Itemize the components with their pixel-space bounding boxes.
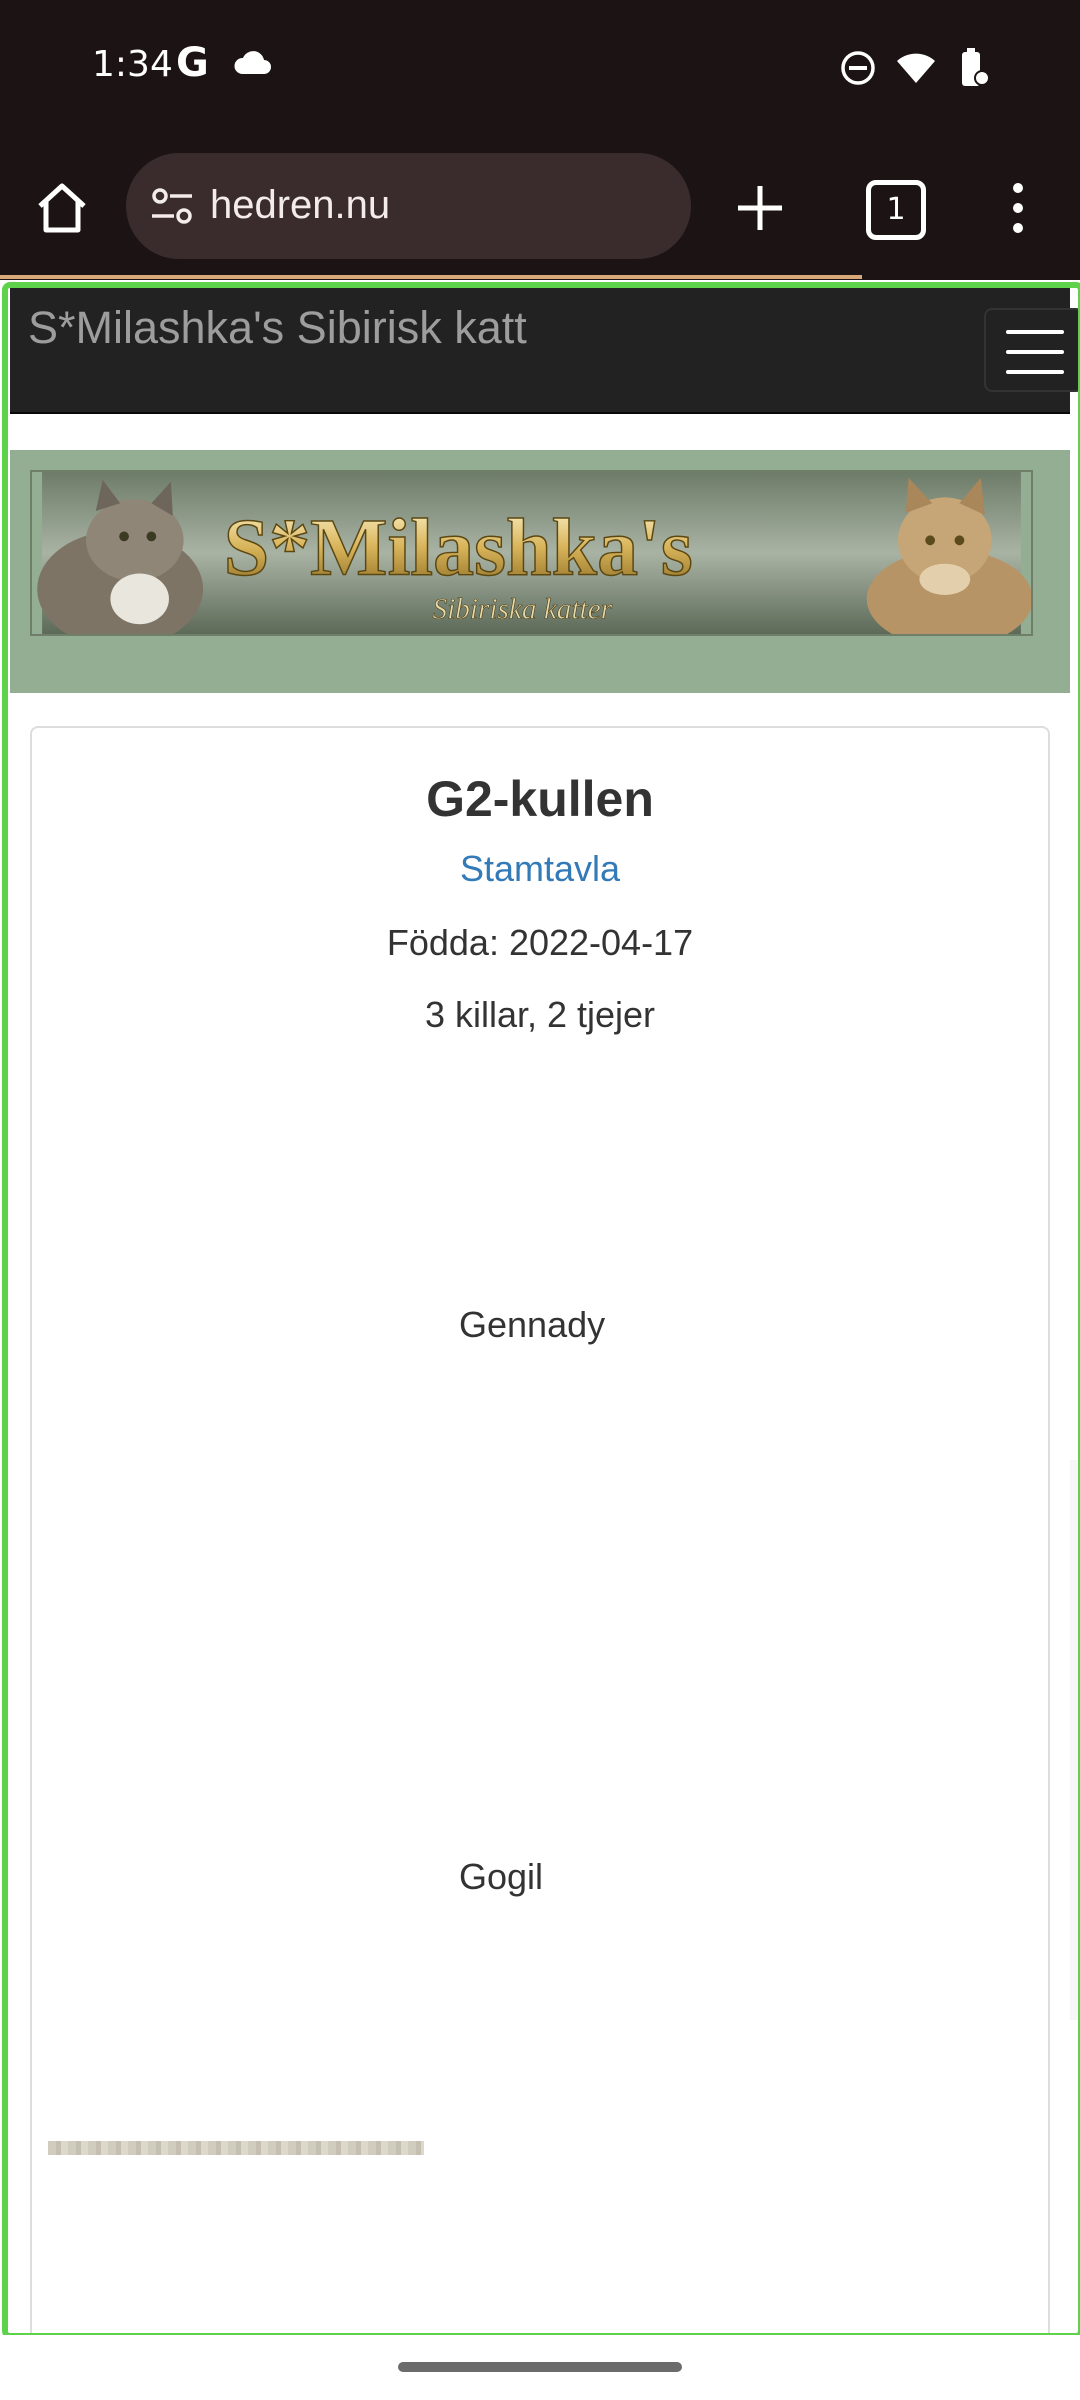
battery-icon [962,48,990,86]
pedigree-link[interactable]: Stamtavla [32,848,1048,890]
birth-date: Födda: 2022-04-17 [386,922,694,963]
litter-count: 3 killar, 2 tjejer [424,994,656,1035]
web-page: S*Milashka's Sibirisk katt S*Milashka's … [0,280,1080,2335]
kitten-name: Gennady [459,1304,606,1345]
litter-card: G2-kullen Stamtavla Födda: 2022-04-17 3 … [30,726,1050,2335]
address-bar[interactable]: hedren.nu [126,153,691,259]
banner-title: S*Milashka's [224,501,693,592]
wifi-icon [897,53,935,83]
status-time: 1:34 [92,44,173,85]
site-settings-icon[interactable] [150,187,194,225]
cloud-icon [234,51,271,74]
gesture-navigation-area [0,2335,1080,2400]
new-tab-icon[interactable] [728,176,792,240]
more-menu-icon[interactable] [1000,178,1036,238]
hamburger-menu-button[interactable] [984,308,1080,392]
tab-switcher-icon[interactable]: 1 [866,180,926,240]
site-banner-image: S*Milashka's Sibiriska katter [30,470,1033,636]
site-navbar: S*Milashka's Sibirisk katt [10,288,1080,414]
banner-section: S*Milashka's Sibiriska katter [10,450,1070,693]
page-load-progress [0,275,862,279]
google-icon: G [176,40,209,86]
kitten-name: Gogil [459,1856,544,1897]
site-brand[interactable]: S*Milashka's Sibirisk katt [28,302,527,354]
url-text[interactable]: hedren.nu [210,183,390,228]
do-not-disturb-icon [841,51,875,85]
home-gesture-bar[interactable] [398,2362,682,2372]
kitten-image-loading [48,2141,424,2155]
status-bar: 1:34 G [0,0,1080,135]
litter-title: G2-kullen [426,771,654,827]
scrollbar[interactable] [1070,1460,1080,2020]
browser-toolbar: hedren.nu 1 [0,140,1080,275]
banner-subtitle: Sibiriska katter [432,593,612,625]
home-icon[interactable] [32,178,92,238]
